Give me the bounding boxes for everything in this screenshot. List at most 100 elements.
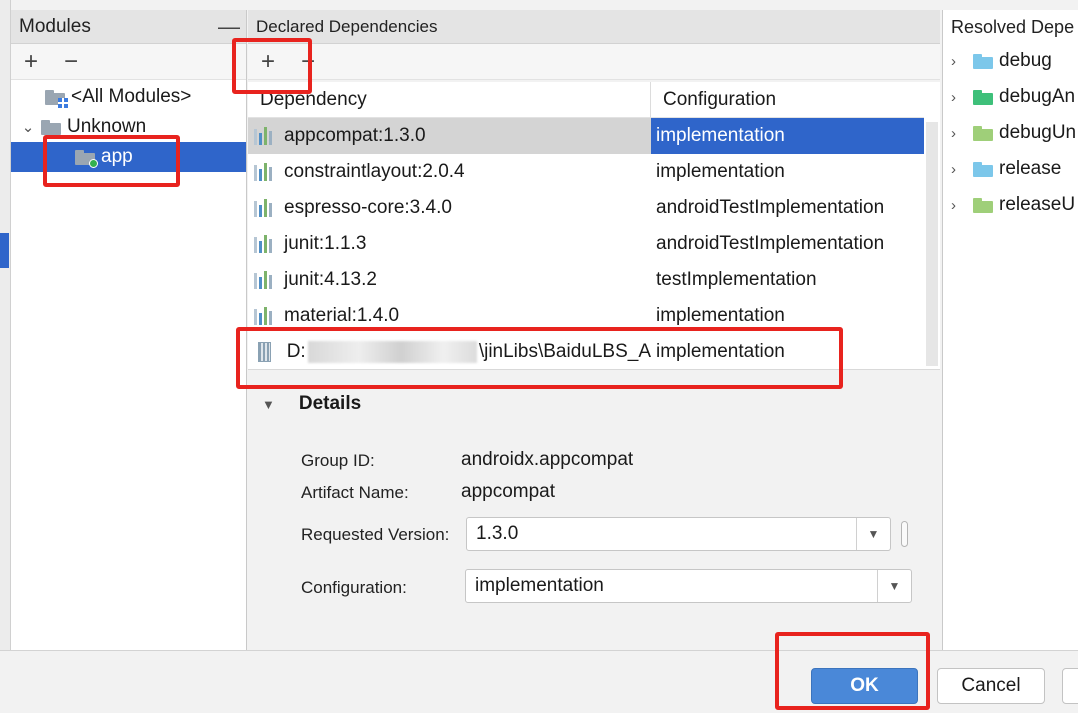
table-row[interactable]: constraintlayout:2.0.4 implementation <box>248 154 924 190</box>
dependency-name: junit:1.1.3 <box>284 233 367 254</box>
table-row[interactable]: junit:4.13.2 testImplementation <box>248 262 924 298</box>
folder-icon <box>973 125 993 141</box>
library-icon <box>254 163 276 181</box>
modules-panel-title: Modules <box>19 15 91 37</box>
redacted-path <box>307 341 477 363</box>
chevron-down-icon[interactable]: ▼ <box>856 518 890 550</box>
resolved-tree-item[interactable]: › releaseU <box>951 190 1075 220</box>
requested-version-combo[interactable]: 1.3.0 ▼ <box>466 517 891 551</box>
details-title: Details <box>298 393 362 414</box>
dialog-footer: OK Cancel <box>0 650 1078 713</box>
resolved-tree-item[interactable]: › debug <box>951 46 1052 76</box>
configuration-cell: implementation <box>656 305 785 326</box>
modules-folder-icon <box>45 89 69 109</box>
configuration-cell: implementation <box>656 341 785 362</box>
resolved-tree-label: debug <box>999 50 1052 71</box>
dependency-name: espresso-core:3.4.0 <box>284 197 452 218</box>
dependency-name: material:1.4.0 <box>284 305 400 326</box>
jar-file-icon <box>258 342 271 362</box>
tree-item-label: <All Modules> <box>71 86 192 107</box>
details-section: ▼ Details Group ID: androidx.appcompat A… <box>248 371 940 650</box>
table-row-jar[interactable]: D: \jinLibs\BaiduLBS_A implementation <box>248 334 924 370</box>
artifact-name-value: appcompat <box>461 481 556 502</box>
configuration-cell: implementation <box>656 161 785 182</box>
column-header-configuration[interactable]: Configuration <box>651 82 924 118</box>
tree-item-app[interactable]: app <box>11 142 246 172</box>
resolved-dependencies-title: Resolved Depe <box>951 16 1075 37</box>
dependency-cell: appcompat:1.3.0 <box>248 118 651 154</box>
chevron-down-icon[interactable]: ▼ <box>877 570 911 602</box>
resolved-tree-item[interactable]: › debugAn <box>951 82 1075 112</box>
jar-path-prefix: D: <box>286 341 306 362</box>
resolved-dependencies-panel: Resolved Depe › debug › debugAn › debugUn › rel… <box>942 10 1078 650</box>
left-sidebar-selection[interactable] <box>0 233 9 268</box>
configuration-cell: androidTestImplementation <box>656 233 885 254</box>
resolved-tree-label: releaseU <box>999 194 1076 215</box>
dependency-cell: espresso-core:3.4.0 <box>248 190 651 226</box>
group-id-value: androidx.appcompat <box>461 449 634 470</box>
chevron-right-icon[interactable]: › <box>951 89 973 106</box>
chevron-right-icon[interactable]: › <box>951 161 973 178</box>
dependency-name: constraintlayout:2.0.4 <box>284 161 465 182</box>
library-icon <box>254 127 276 145</box>
artifact-name-label: Artifact Name: <box>301 483 409 502</box>
tree-item-all-modules[interactable]: <All Modules> <box>45 82 191 112</box>
table-row[interactable]: espresso-core:3.4.0 androidTestImplementa… <box>248 190 924 226</box>
configuration-cell: androidTestImplementation <box>656 197 885 218</box>
requested-version-label: Requested Version: <box>301 525 450 544</box>
configuration-cell: implementation <box>651 118 924 154</box>
extra-button[interactable] <box>1062 668 1078 704</box>
chevron-right-icon[interactable]: › <box>951 53 973 70</box>
tree-item-label: Unknown <box>67 116 147 137</box>
jar-path-suffix: \jinLibs\BaiduLBS_A <box>478 341 651 362</box>
ok-button[interactable]: OK <box>811 668 918 704</box>
module-folder-icon <box>75 149 98 168</box>
dependency-cell: junit:4.13.2 <box>248 262 651 298</box>
resolved-tree-item[interactable]: › release <box>951 154 1061 184</box>
cancel-button[interactable]: Cancel <box>937 668 1045 704</box>
modules-panel-header: Modules — <box>11 10 246 44</box>
table-row[interactable]: appcompat:1.3.0 implementation <box>248 118 924 154</box>
version-side-handle[interactable] <box>901 521 908 547</box>
collapse-triangle-icon[interactable]: ▼ <box>262 397 275 412</box>
chevron-right-icon[interactable]: › <box>951 197 973 214</box>
dependency-name: appcompat:1.3.0 <box>284 125 426 146</box>
dependency-cell: constraintlayout:2.0.4 <box>248 154 651 190</box>
table-row[interactable]: junit:1.1.3 androidTestImplementation <box>248 226 924 262</box>
declared-dependencies-panel: Declared Dependencies + − Dependency Con… <box>248 10 940 650</box>
tree-item-label: app <box>101 146 133 167</box>
left-sidebar-strip <box>0 0 11 650</box>
add-module-icon[interactable]: + <box>21 49 41 74</box>
modules-toolbar: + − <box>11 44 246 80</box>
folder-icon <box>41 119 61 135</box>
resolved-tree-label: release <box>999 158 1062 179</box>
folder-icon <box>973 161 993 177</box>
library-icon <box>254 307 276 325</box>
minimize-icon[interactable]: — <box>218 16 240 38</box>
configuration-value: implementation <box>475 575 604 596</box>
declared-dependencies-title: Declared Dependencies <box>256 16 438 36</box>
remove-dependency-icon[interactable]: − <box>298 49 318 74</box>
chevron-down-icon[interactable]: ⌄ <box>19 118 37 136</box>
resolved-tree-label: debugUn <box>999 122 1077 143</box>
dependencies-toolbar: + − <box>248 44 940 80</box>
configuration-label: Configuration: <box>301 578 407 597</box>
dependencies-scrollbar[interactable] <box>926 122 938 366</box>
remove-module-icon[interactable]: − <box>61 49 81 74</box>
folder-icon <box>973 53 993 69</box>
add-dependency-icon[interactable]: + <box>258 49 278 74</box>
dependency-name: junit:4.13.2 <box>284 269 377 290</box>
library-icon <box>254 199 276 217</box>
group-id-label: Group ID: <box>301 451 375 470</box>
requested-version-value: 1.3.0 <box>476 523 519 544</box>
column-header-dependency[interactable]: Dependency <box>248 82 651 118</box>
dependency-cell: material:1.4.0 <box>248 298 651 334</box>
details-header[interactable]: ▼ Details <box>262 393 361 415</box>
chevron-right-icon[interactable]: › <box>951 125 973 142</box>
resolved-tree-item[interactable]: › debugUn <box>951 118 1076 148</box>
tree-item-unknown[interactable]: ⌄ Unknown <box>19 112 147 142</box>
table-row[interactable]: material:1.4.0 implementation <box>248 298 924 334</box>
dependencies-table: Dependency Configuration appcompat:1.3.0… <box>248 82 940 370</box>
modules-panel: Modules — + − <All Modules> ⌄ Unknown ap… <box>11 10 247 650</box>
configuration-combo[interactable]: implementation ▼ <box>465 569 912 603</box>
